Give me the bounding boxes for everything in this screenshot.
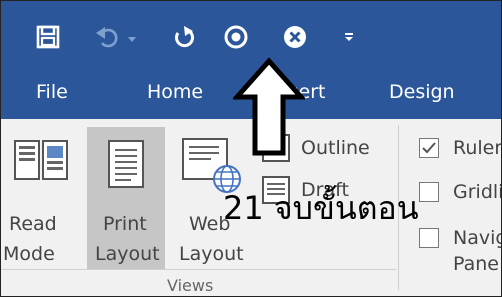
word-window: File Home Insert Design Read Mode (0, 0, 502, 297)
book-icon (13, 139, 69, 187)
print-layout-label-2: Layout (95, 243, 160, 265)
read-mode-button[interactable]: Read Mode (1, 127, 83, 270)
gridlines-label: Gridlines (453, 181, 501, 203)
tab-file[interactable]: File (36, 81, 68, 103)
ruler-label: Ruler (453, 137, 502, 159)
redo-icon[interactable] (169, 23, 199, 51)
close-icon[interactable] (280, 23, 310, 51)
outline-label: Outline (301, 137, 370, 159)
navigation-checkbox-box (419, 228, 439, 248)
circle-icon[interactable] (221, 23, 251, 51)
gridlines-checkbox-box (419, 182, 439, 202)
group-divider (1, 269, 396, 270)
print-layout-label-1: Print (103, 213, 147, 235)
navigation-pane-checkbox[interactable]: Navigation Pane (419, 225, 501, 275)
views-group-label: Views (167, 276, 214, 295)
web-layout-label-2: Layout (179, 243, 244, 265)
ruler-checkbox-box (419, 138, 439, 158)
customize-icon[interactable] (339, 23, 359, 51)
undo-icon[interactable] (93, 23, 141, 51)
read-mode-label-2: Mode (3, 243, 55, 265)
gridlines-checkbox[interactable]: Gridlines (419, 179, 501, 207)
ruler-checkbox[interactable]: Ruler (419, 135, 502, 163)
print-layout-button[interactable]: Print Layout (87, 127, 165, 270)
tab-home[interactable]: Home (147, 81, 203, 103)
save-icon[interactable] (33, 23, 63, 51)
navigation-label: Navigation Pane (453, 227, 501, 275)
annotation-text: 21 จบขั้นตอน (223, 189, 419, 227)
up-arrow-annotation (231, 57, 307, 161)
tab-design[interactable]: Design (389, 81, 455, 103)
read-mode-label-1: Read (9, 213, 57, 235)
page-icon (107, 139, 145, 193)
